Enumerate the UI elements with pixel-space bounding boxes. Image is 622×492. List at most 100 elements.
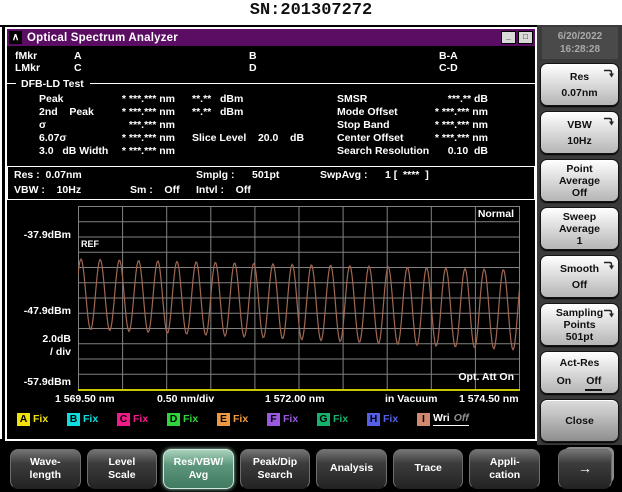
x-label-stop: 1 574.50 nm (459, 393, 519, 405)
serial-number: SN:201307272 (0, 1, 622, 24)
smooth-button[interactable]: Smooth Off (540, 255, 619, 298)
point-average-button[interactable]: Point Average Off (540, 159, 619, 202)
y-label-mid: -47.9dBm (7, 305, 71, 317)
spectrum-graph: -37.9dBm -47.9dBm 2.0dB / div -57.9dBm N… (7, 206, 535, 408)
main-menu-panel: Wave- length Level Scale Res/VBW/ Avg Pe… (0, 445, 622, 492)
trace-mode-label: Normal (478, 208, 514, 220)
param-row-6sigma: 6.07σ * ***.*** nm Slice Level 20.0 dB C… (7, 132, 535, 145)
close-button[interactable]: Close (540, 399, 619, 442)
vbw-button[interactable]: VBW 10Hz (540, 111, 619, 154)
test-section-title: DFB-LD Test (21, 78, 84, 90)
db-width-value: * ***.*** nm (47, 145, 175, 157)
anritsu-logo-icon: ∧ (9, 31, 22, 44)
peak-level: **.** dBm (192, 93, 243, 105)
fmkr-label: fMkr (15, 50, 37, 62)
stop-band-label: Stop Band (337, 119, 390, 131)
instrument-screen: ∧ Optical Spectrum Analyzer _ □ fMkr A B… (0, 25, 622, 492)
param-row-db-width: 3.0 dB Width * ***.*** nm Search Resolut… (7, 145, 535, 158)
sampling-points-button[interactable]: Sampling Points 501pt (540, 303, 619, 346)
trace-d: D Fix (167, 413, 217, 426)
trace-c-box: C (117, 413, 130, 426)
sigma-value: ***.*** nm (47, 119, 175, 131)
search-resolution-value: 0.10 dB (402, 145, 488, 157)
sigma-label: σ (39, 119, 46, 131)
x-label-per-div: 0.50 nm/div (157, 393, 214, 405)
window-titlebar: ∧ Optical Spectrum Analyzer _ □ (7, 29, 535, 46)
mode-offset-value: * ***.*** nm (402, 106, 488, 118)
trace-e: E Fix (217, 413, 267, 426)
act-res-off-selected: Off (585, 373, 602, 391)
y-scale-per-div: 2.0dB (7, 333, 71, 345)
recall-arrow-icon (603, 259, 614, 275)
second-peak-wavelength: * ***.*** nm (47, 106, 175, 118)
x-label-center: 1 572.00 nm (265, 393, 325, 405)
trace-menu-button[interactable]: Trace (393, 449, 464, 489)
center-offset-label: Center Offset (337, 132, 404, 144)
y-scale-per-div-2: / div (7, 346, 71, 358)
legend-rule-left (7, 83, 16, 84)
sweep-average-button[interactable]: Sweep Average 1 (540, 207, 619, 250)
trace-f: F Fix (267, 413, 317, 426)
res-button[interactable]: Res 0.07nm (540, 63, 619, 106)
trace-c: C Fix (117, 413, 167, 426)
datetime-display: 6/20/2022 16:28:28 (542, 27, 618, 59)
osa-window: ∧ Optical Spectrum Analyzer _ □ fMkr A B… (5, 27, 537, 441)
wavelength-menu-button[interactable]: Wave- length (10, 449, 81, 489)
grid-lines (78, 206, 520, 391)
peak-dip-search-menu-button[interactable]: Peak/Dip Search (240, 449, 311, 489)
smsr-label: SMSR (337, 93, 367, 105)
mode-offset-label: Mode Offset (337, 106, 398, 118)
y-label-bottom: -57.9dBm (7, 376, 71, 388)
stop-band-value: * ***.*** nm (402, 119, 488, 131)
lmkr-label: LMkr (15, 62, 40, 74)
trace-e-box: E (217, 413, 230, 426)
trace-f-box: F (267, 413, 280, 426)
plot-svg (78, 206, 520, 391)
second-peak-level: **.** dBm (192, 106, 243, 118)
fmkr-ba: B-A (439, 50, 458, 62)
trace-i-active: I Wri Off (417, 412, 469, 426)
trace-g-box: G (317, 413, 330, 426)
smsr-value: ***.** dB (402, 93, 488, 105)
right-arrow-icon: → (559, 462, 611, 475)
date-text: 6/20/2022 (542, 30, 618, 43)
sweep-average-status: SwpAvg : 1 [ **** ] (320, 169, 429, 181)
lmkr-c: C (74, 62, 82, 74)
application-menu-button[interactable]: Appli- cation (469, 449, 540, 489)
act-res-button[interactable]: Act-Res On Off (540, 351, 619, 394)
interval-status: Intvl : Off (196, 184, 251, 196)
minimize-button[interactable]: _ (501, 31, 516, 44)
recall-arrow-icon (603, 67, 614, 83)
next-page-button[interactable]: → (558, 449, 612, 489)
ref-level-label: REF (81, 239, 99, 249)
maximize-button[interactable]: □ (518, 31, 533, 44)
analysis-menu-button[interactable]: Analysis (316, 449, 387, 489)
trace-h-box: H (367, 413, 380, 426)
sweep-status-box: Res : 0.07nm Smplg : 501pt SwpAvg : 1 [ … (7, 166, 535, 200)
param-row-peak: Peak * ***.*** nm **.** dBm SMSR ***.** … (7, 93, 535, 106)
analysis-parameters: Peak * ***.*** nm **.** dBm SMSR ***.** … (7, 93, 535, 160)
smooth-status: Sm : Off (130, 184, 180, 196)
plot-area: Normal REF Opt. Att On (78, 206, 520, 391)
trace-b: B Fix (67, 413, 117, 426)
sampling-status: Smplg : 501pt (196, 169, 279, 181)
trace-d-box: D (167, 413, 180, 426)
trace-legend-row: A Fix B Fix C Fix D Fix E Fix (7, 411, 535, 427)
trace-a-box: A (17, 413, 30, 426)
fmkr-a: A (74, 50, 82, 62)
level-scale-menu-button[interactable]: Level Scale (87, 449, 158, 489)
marker-row-frequency: fMkr A B B-A (7, 50, 535, 62)
slice-level: Slice Level 20.0 dB (192, 132, 304, 144)
y-label-ref: -37.9dBm (7, 229, 71, 241)
legend-rule-right (90, 83, 535, 84)
fmkr-b: B (249, 50, 257, 62)
screenshot-root: SN:201307272 ∧ Optical Spectrum Analyzer… (0, 0, 622, 492)
window-outer-edge (0, 27, 2, 439)
res-vbw-avg-menu-button[interactable]: Res/VBW/ Avg (163, 449, 234, 489)
function-key-panel: 6/20/2022 16:28:28 Res 0.07nm VBW 10Hz (537, 25, 622, 445)
x-label-vacuum: in Vacuum (385, 393, 438, 405)
optical-attenuator-status: Opt. Att On (458, 371, 514, 383)
window-title: Optical Spectrum Analyzer (27, 32, 178, 44)
recall-arrow-icon (603, 307, 614, 321)
res-status: Res : 0.07nm (14, 169, 82, 181)
